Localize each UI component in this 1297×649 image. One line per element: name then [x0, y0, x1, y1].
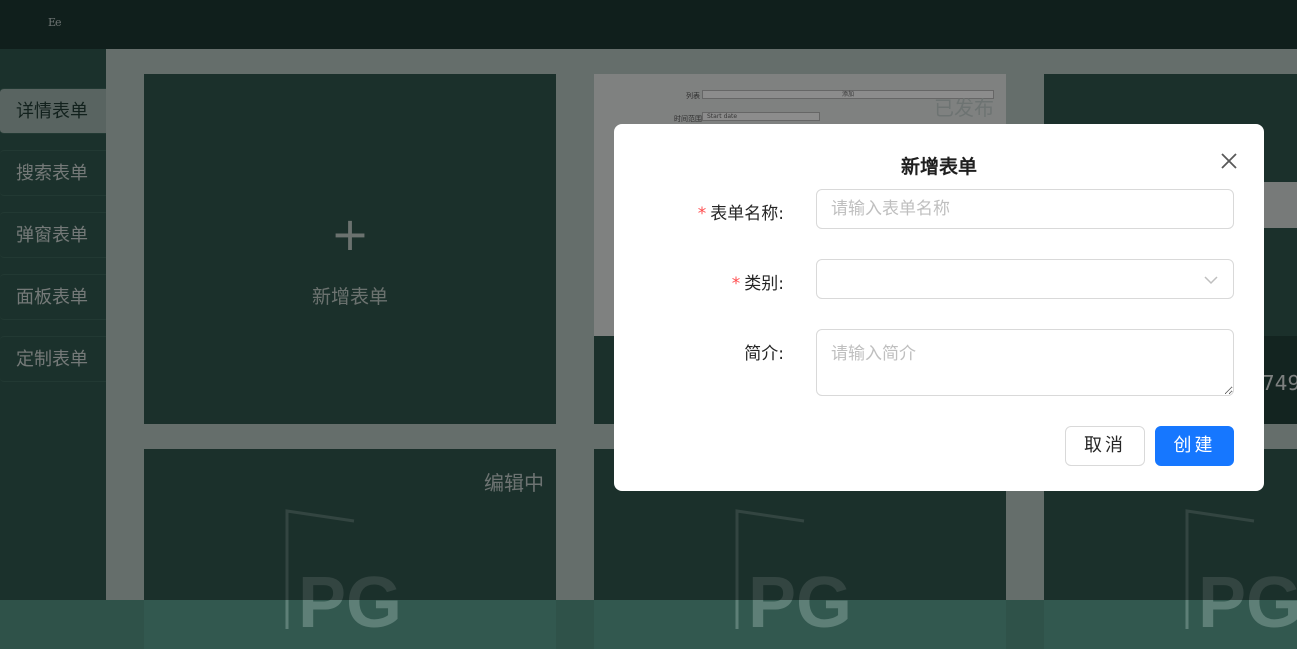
category-select[interactable] [816, 259, 1234, 299]
dialog-title: 新增表单 [900, 156, 977, 178]
close-icon[interactable] [1216, 148, 1242, 174]
required-mark: * [731, 274, 741, 294]
intro-label: 简介: [744, 344, 784, 364]
intro-textarea[interactable] [816, 329, 1234, 396]
chevron-down-icon [1204, 276, 1218, 285]
new-form-dialog: 新增表单 *表单名称: *类别: 简介: 取消 创建 [614, 124, 1264, 491]
create-button[interactable]: 创建 [1155, 426, 1234, 466]
form-name-label: * 表单名称: [697, 204, 784, 224]
required-mark: * [697, 204, 707, 224]
form-name-input[interactable] [816, 189, 1234, 229]
cancel-button[interactable]: 取消 [1065, 426, 1145, 466]
category-label: * 类别: [731, 274, 784, 294]
